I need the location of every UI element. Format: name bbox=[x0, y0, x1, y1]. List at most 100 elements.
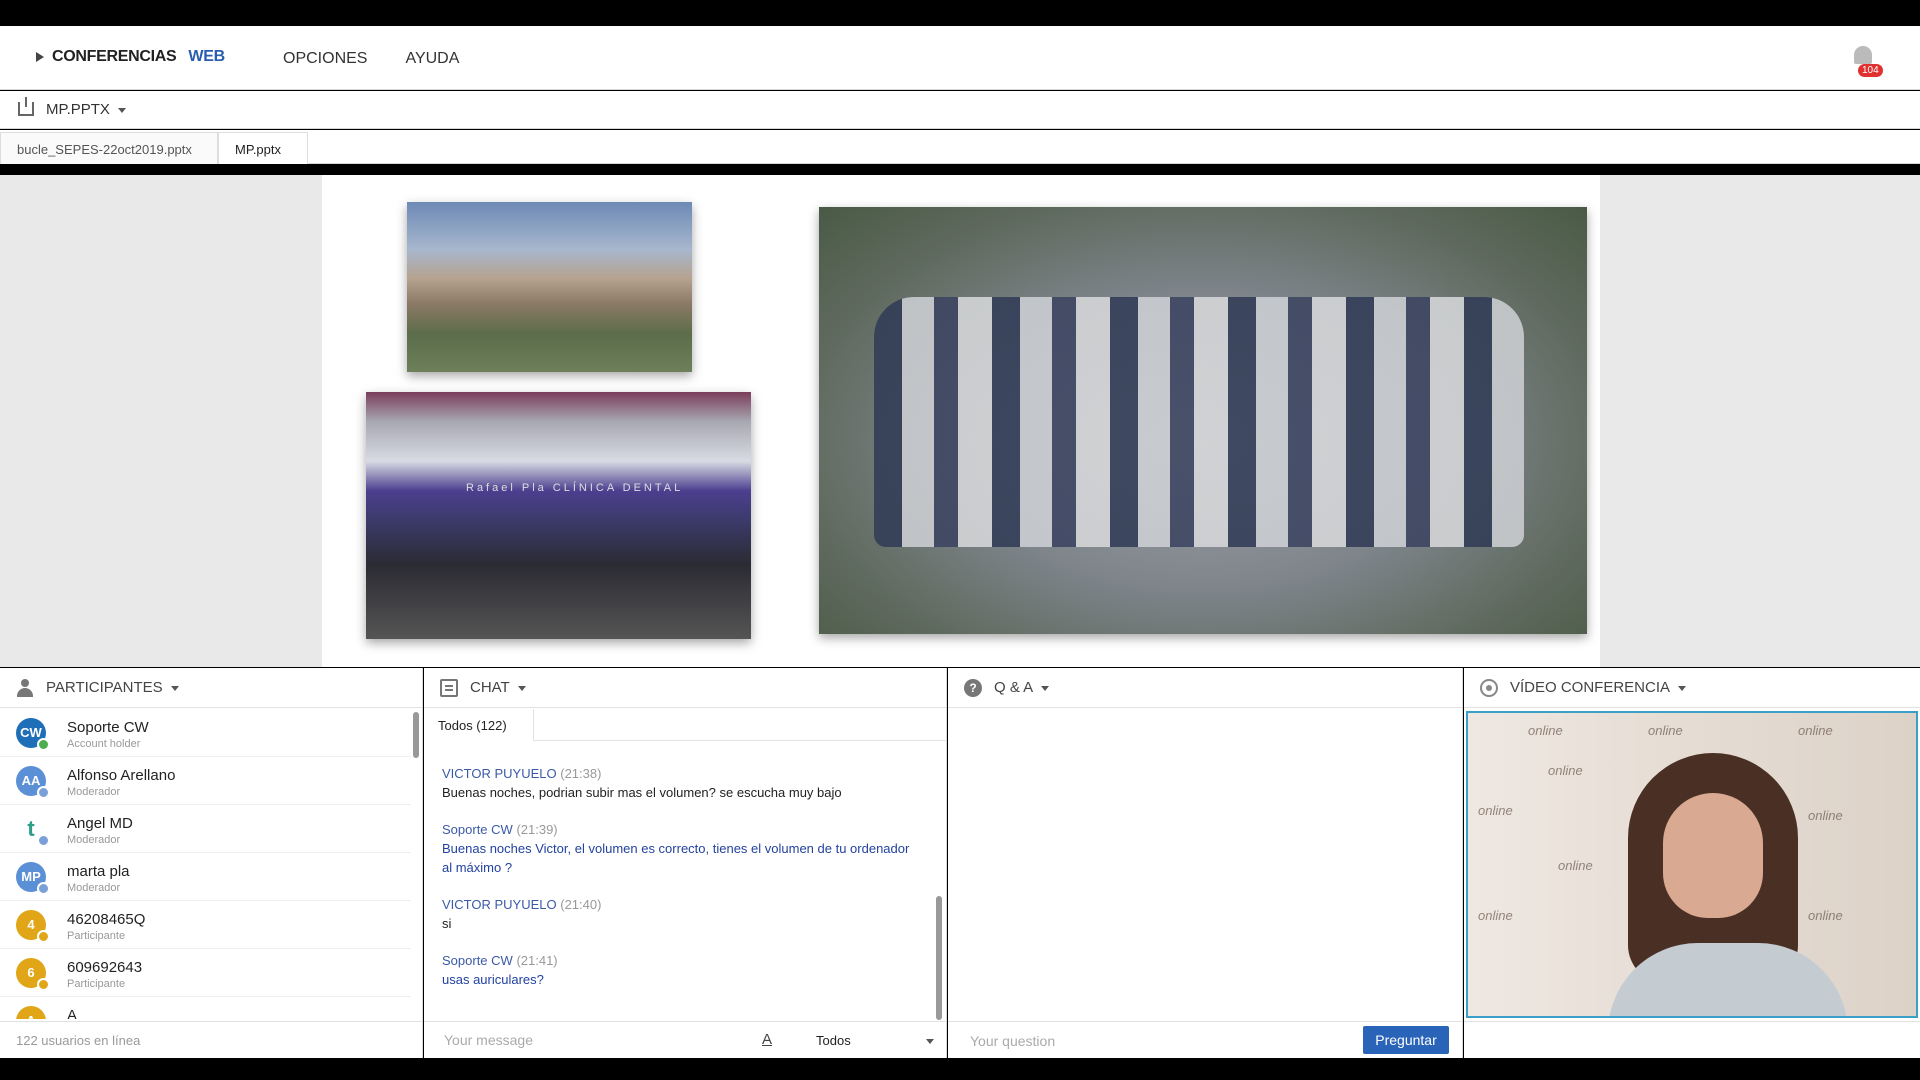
avatar: 6 bbox=[16, 958, 50, 991]
chat-messages: VICTOR PUYUELO (21:38) Buenas noches, po… bbox=[424, 764, 934, 1007]
list-item[interactable]: CW Soporte CW Account holder bbox=[0, 709, 411, 757]
participants-header[interactable]: PARTICIPANTES bbox=[0, 668, 422, 708]
video-panel: VÍDEO CONFERENCIA online online online o… bbox=[1464, 668, 1920, 1058]
avatar: MP bbox=[16, 862, 50, 895]
avatar: 4 bbox=[16, 910, 50, 943]
list-item[interactable]: t Angel MD Moderador bbox=[0, 805, 411, 853]
clinic-photo: Rafael Pla CLÍNICA DENTAL bbox=[366, 392, 751, 639]
list-item[interactable]: 4 46208465Q Participante bbox=[0, 901, 411, 949]
participants-scrollbar[interactable] bbox=[413, 712, 419, 758]
file-selector[interactable]: MP.PPTX bbox=[46, 101, 126, 118]
question-icon: ? bbox=[964, 679, 982, 697]
chevron-down-icon bbox=[170, 685, 179, 691]
upload-icon[interactable] bbox=[18, 97, 34, 116]
message-text: Buenas noches Victor, el volumen es corr… bbox=[442, 841, 910, 875]
document-tabs: bucle_SEPES-22oct2019.pptx MP.pptx bbox=[0, 130, 1920, 164]
clinic-sign: Rafael Pla CLÍNICA DENTAL bbox=[466, 482, 684, 494]
font-format-icon[interactable]: A bbox=[762, 1031, 772, 1048]
list-item[interactable]: AA Alfonso Arellano Moderador bbox=[0, 757, 411, 805]
watermark: online bbox=[1548, 763, 1583, 778]
recipient-select[interactable]: Todos bbox=[808, 1030, 938, 1052]
participant-role: Participante bbox=[67, 978, 126, 990]
watermark: online bbox=[1648, 723, 1683, 738]
chevron-down-icon bbox=[926, 1039, 934, 1044]
person-icon bbox=[16, 679, 34, 697]
file-bar: MP.PPTX bbox=[0, 91, 1920, 129]
message-text: si bbox=[442, 916, 452, 931]
brand-text-2: WEB bbox=[188, 48, 225, 65]
avatar-initials: AA bbox=[21, 773, 41, 788]
watermark: online bbox=[1478, 803, 1513, 818]
message-time: (21:38) bbox=[560, 766, 602, 781]
participant-name: 609692643 bbox=[67, 959, 143, 976]
tab-mp-pptx[interactable]: MP.pptx bbox=[218, 132, 308, 164]
video-icon bbox=[1480, 679, 1498, 697]
participant-name: A bbox=[67, 1007, 78, 1019]
message-text: usas auriculares? bbox=[442, 972, 544, 987]
list-item[interactable]: 6 609692643 Participante bbox=[0, 949, 411, 997]
presentation-stage: Rafael Pla CLÍNICA DENTAL bbox=[0, 175, 1920, 667]
participant-name: Angel MD bbox=[67, 815, 133, 832]
avatar: t bbox=[16, 814, 50, 847]
list-item[interactable]: A A bbox=[0, 997, 411, 1019]
nav-help[interactable]: AYUDA bbox=[405, 50, 459, 68]
qa-header[interactable]: ? Q & A bbox=[948, 668, 1462, 708]
chat-scrollbar[interactable] bbox=[936, 896, 942, 1020]
message-author: VICTOR PUYUELO bbox=[442, 766, 557, 781]
play-icon bbox=[36, 52, 44, 62]
presenter bbox=[1608, 753, 1848, 1016]
status-icon bbox=[37, 786, 50, 799]
status-icon bbox=[37, 930, 50, 943]
status-icon bbox=[37, 834, 50, 847]
avatar: CW bbox=[16, 718, 50, 751]
chevron-down-icon bbox=[1041, 685, 1050, 691]
video-header[interactable]: VÍDEO CONFERENCIA bbox=[1464, 668, 1920, 708]
watermark: online bbox=[1798, 723, 1833, 738]
list-item[interactable]: MP marta pla Moderador bbox=[0, 853, 411, 901]
tab-todos[interactable]: Todos (122) bbox=[424, 709, 534, 741]
chat-message: Soporte CW (21:41) usas auriculares? bbox=[424, 951, 934, 989]
chat-icon bbox=[440, 679, 458, 697]
participants-panel: PARTICIPANTES CW Soporte CW Account hold… bbox=[0, 668, 423, 1058]
ask-button[interactable]: Preguntar bbox=[1363, 1026, 1449, 1054]
online-count: 122 usuarios en línea bbox=[0, 1021, 423, 1058]
chat-message: VICTOR PUYUELO (21:38) Buenas noches, po… bbox=[424, 764, 934, 802]
participant-name: 46208465Q bbox=[67, 911, 146, 928]
qa-input-bar: Your question Preguntar bbox=[948, 1021, 1463, 1058]
avatar-initials: A bbox=[26, 1013, 35, 1019]
participant-name: marta pla bbox=[67, 863, 130, 880]
question-input[interactable]: Your question bbox=[970, 1033, 1055, 1049]
video-feed[interactable]: online online online online online onlin… bbox=[1466, 711, 1918, 1018]
message-author: Soporte CW bbox=[442, 953, 513, 968]
status-icon bbox=[37, 738, 50, 751]
qa-panel: ? Q & A Your question Preguntar bbox=[948, 668, 1463, 1058]
participant-role: Account holder bbox=[67, 738, 141, 750]
chat-message: VICTOR PUYUELO (21:40) si bbox=[424, 895, 934, 933]
nav-options[interactable]: OPCIONES bbox=[283, 50, 367, 68]
message-time: (21:39) bbox=[516, 822, 558, 837]
top-bar: CONFERENCIAS WEB OPCIONES AYUDA 104 bbox=[0, 26, 1920, 90]
watermark: online bbox=[1528, 723, 1563, 738]
video-footer bbox=[1464, 1021, 1920, 1058]
message-input[interactable]: Your message bbox=[444, 1032, 533, 1048]
chat-header[interactable]: CHAT bbox=[424, 668, 946, 708]
file-selector-label: MP.PPTX bbox=[46, 101, 110, 118]
chevron-down-icon bbox=[117, 107, 126, 113]
recipient-value: Todos bbox=[816, 1033, 851, 1048]
notifications-button[interactable]: 104 bbox=[1852, 44, 1883, 77]
chat-message: Soporte CW (21:39) Buenas noches Victor,… bbox=[424, 820, 934, 877]
message-time: (21:40) bbox=[560, 897, 602, 912]
brand-logo[interactable]: CONFERENCIAS WEB bbox=[36, 48, 225, 66]
message-time: (21:41) bbox=[516, 953, 558, 968]
chat-title: CHAT bbox=[470, 679, 510, 696]
chat-tabs: Todos (122) bbox=[424, 709, 947, 741]
participant-role: Participante bbox=[67, 930, 126, 942]
notification-badge: 104 bbox=[1858, 64, 1883, 77]
participant-name: Alfonso Arellano bbox=[67, 767, 176, 784]
watermark: online bbox=[1478, 908, 1513, 923]
tab-bucle-sepes[interactable]: bucle_SEPES-22oct2019.pptx bbox=[0, 132, 218, 164]
message-author: VICTOR PUYUELO bbox=[442, 897, 557, 912]
video-title: VÍDEO CONFERENCIA bbox=[1510, 679, 1671, 696]
avatar: A bbox=[16, 1006, 46, 1019]
watermark: online bbox=[1558, 858, 1593, 873]
